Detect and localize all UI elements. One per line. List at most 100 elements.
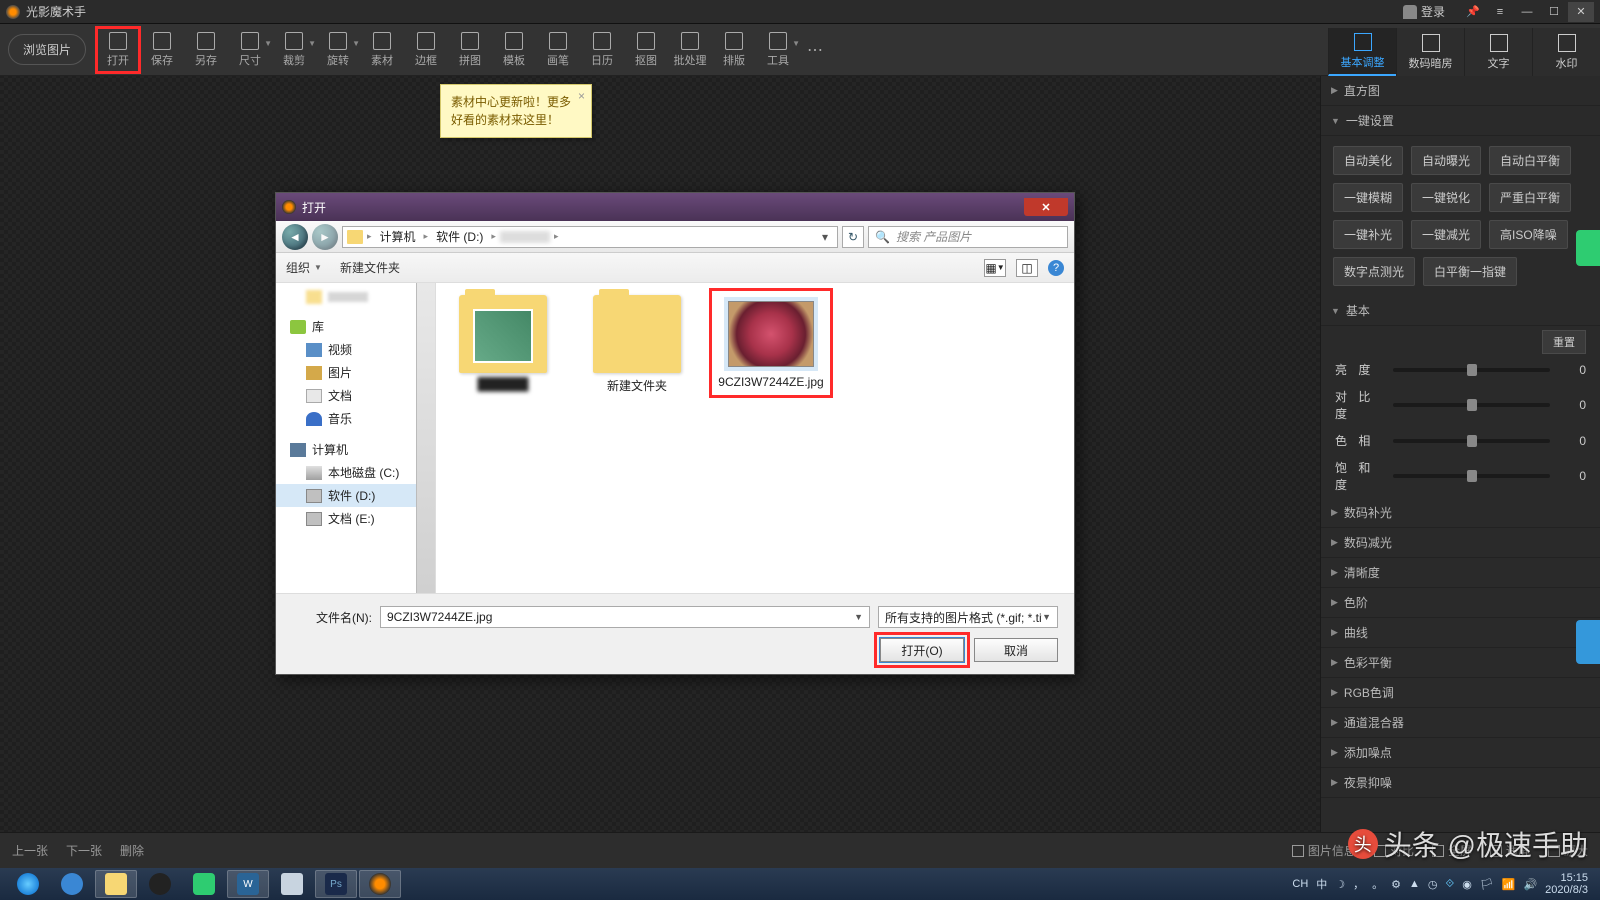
- tool-保存[interactable]: 保存: [140, 27, 184, 73]
- tray-volume-icon[interactable]: 🔊: [1523, 878, 1537, 891]
- taskbar-neoimaging[interactable]: [359, 870, 401, 898]
- tool-日历[interactable]: 日历: [580, 27, 624, 73]
- search-input[interactable]: 🔍 搜索 产品图片: [868, 226, 1068, 248]
- section-色阶[interactable]: ▶色阶: [1321, 588, 1600, 618]
- tool-裁剪[interactable]: 裁剪▼: [272, 27, 316, 73]
- reset-button[interactable]: 重置: [1542, 330, 1586, 354]
- preset-一键补光[interactable]: 一键补光: [1333, 220, 1403, 249]
- tool-素材[interactable]: 素材: [360, 27, 404, 73]
- browse-images-button[interactable]: 浏览图片: [8, 34, 86, 65]
- tray-flag-icon[interactable]: 🏳: [1480, 878, 1494, 891]
- slider-thumb[interactable]: [1467, 435, 1477, 447]
- side-widget-1[interactable]: [1576, 230, 1600, 266]
- slider-thumb[interactable]: [1467, 399, 1477, 411]
- tray-chevron-icon[interactable]: ▲: [1409, 878, 1420, 890]
- preset-数字点测光[interactable]: 数字点测光: [1333, 257, 1415, 286]
- next-image-button[interactable]: 下一张: [66, 842, 102, 859]
- tool-尺寸[interactable]: 尺寸▼: [228, 27, 272, 73]
- right-tab-水印[interactable]: 水印: [1532, 28, 1600, 76]
- close-button[interactable]: ✕: [1568, 2, 1594, 22]
- tool-旋转[interactable]: 旋转▼: [316, 27, 360, 73]
- tree-video[interactable]: 视频: [276, 338, 435, 361]
- preset-一键模糊[interactable]: 一键模糊: [1333, 183, 1403, 212]
- tray-settings-icon[interactable]: ⚙: [1391, 878, 1401, 891]
- tray-lang[interactable]: CH: [1292, 878, 1308, 890]
- section-添加噪点[interactable]: ▶添加噪点: [1321, 738, 1600, 768]
- tool-画笔[interactable]: 画笔: [536, 27, 580, 73]
- right-tab-基本调整[interactable]: 基本调整: [1328, 28, 1396, 76]
- section-basic[interactable]: ▼基本: [1321, 296, 1600, 326]
- filetype-select[interactable]: 所有支持的图片格式 (*.gif; *.tif▼: [878, 606, 1058, 628]
- new-folder-button[interactable]: 新建文件夹: [340, 259, 400, 276]
- slider-track[interactable]: [1393, 474, 1550, 478]
- taskbar-explorer[interactable]: [95, 870, 137, 898]
- tree-docs[interactable]: 文档: [276, 384, 435, 407]
- nav-back-button[interactable]: ◄: [282, 224, 308, 250]
- taskbar-photoshop[interactable]: Ps: [315, 870, 357, 898]
- section-数码补光[interactable]: ▶数码补光: [1321, 498, 1600, 528]
- side-widget-2[interactable]: [1576, 620, 1600, 664]
- minimize-button[interactable]: —: [1514, 2, 1540, 22]
- taskbar-app1[interactable]: [139, 870, 181, 898]
- login-button[interactable]: 登录: [1395, 3, 1453, 20]
- preset-高ISO降噪[interactable]: 高ISO降噪: [1489, 220, 1568, 249]
- filename-input[interactable]: 9CZI3W7244ZE.jpg▼: [380, 606, 870, 628]
- tree-pictures[interactable]: 图片: [276, 361, 435, 384]
- menu-button[interactable]: ≡: [1487, 2, 1513, 22]
- maximize-button[interactable]: ☐: [1541, 2, 1567, 22]
- tree-computer[interactable]: 计算机: [276, 438, 435, 461]
- open-file-button[interactable]: 打开(O): [880, 638, 964, 662]
- tool-排版[interactable]: 排版: [712, 27, 756, 73]
- dialog-close-button[interactable]: ✕: [1024, 198, 1068, 216]
- file-item[interactable]: 9CZI3W7244ZE.jpg: [716, 295, 826, 391]
- tree-item[interactable]: [276, 287, 435, 307]
- tool-另存[interactable]: 另存: [184, 27, 228, 73]
- preset-一键锐化[interactable]: 一键锐化: [1411, 183, 1481, 212]
- preview-pane-button[interactable]: ◫: [1016, 259, 1038, 277]
- section-夜景抑噪[interactable]: ▶夜景抑噪: [1321, 768, 1600, 798]
- section-quickset[interactable]: ▼一键设置: [1321, 106, 1600, 136]
- pin-button[interactable]: 📌: [1460, 2, 1486, 22]
- right-tab-文字[interactable]: 文字: [1464, 28, 1532, 76]
- file-item[interactable]: ██████: [448, 295, 558, 391]
- tree-library[interactable]: 库: [276, 315, 435, 338]
- tool-模板[interactable]: 模板: [492, 27, 536, 73]
- view-mode-button[interactable]: ▦▼: [984, 259, 1006, 277]
- tool-批处理[interactable]: 批处理: [668, 27, 712, 73]
- tool-抠图[interactable]: 抠图: [624, 27, 668, 73]
- preset-严重白平衡[interactable]: 严重白平衡: [1489, 183, 1571, 212]
- help-button[interactable]: ?: [1048, 260, 1064, 276]
- tree-e-drive[interactable]: 文档 (E:): [276, 507, 435, 530]
- image-info-button[interactable]: 图片信息: [1292, 842, 1356, 859]
- tree-music[interactable]: 音乐: [276, 407, 435, 430]
- slider-track[interactable]: [1393, 403, 1550, 407]
- tooltip-close-icon[interactable]: ×: [578, 87, 585, 105]
- section-色彩平衡[interactable]: ▶色彩平衡: [1321, 648, 1600, 678]
- tray-bluetooth-icon[interactable]: ⟐: [1446, 878, 1455, 891]
- right-tab-数码暗房[interactable]: 数码暗房: [1396, 28, 1464, 76]
- slider-thumb[interactable]: [1467, 470, 1477, 482]
- section-通道混合器[interactable]: ▶通道混合器: [1321, 708, 1600, 738]
- taskbar-wechat[interactable]: [183, 870, 225, 898]
- tree-d-drive[interactable]: 软件 (D:): [276, 484, 435, 507]
- taskbar-wps[interactable]: W: [227, 870, 269, 898]
- tray-chrome-icon[interactable]: ◉: [1462, 878, 1472, 891]
- slider-thumb[interactable]: [1467, 364, 1477, 376]
- nav-forward-button[interactable]: ►: [312, 224, 338, 250]
- slider-track[interactable]: [1393, 439, 1550, 443]
- preset-自动美化[interactable]: 自动美化: [1333, 146, 1403, 175]
- section-清晰度[interactable]: ▶清晰度: [1321, 558, 1600, 588]
- section-数码减光[interactable]: ▶数码减光: [1321, 528, 1600, 558]
- more-tools-button[interactable]: ⋯: [800, 27, 830, 73]
- prev-image-button[interactable]: 上一张: [12, 842, 48, 859]
- preset-自动白平衡[interactable]: 自动白平衡: [1489, 146, 1571, 175]
- organize-button[interactable]: 组织▼: [286, 259, 322, 276]
- tray-network-icon[interactable]: 📶: [1502, 878, 1516, 891]
- refresh-button[interactable]: ↻: [842, 226, 864, 248]
- tool-边框[interactable]: 边框: [404, 27, 448, 73]
- preset-自动曝光[interactable]: 自动曝光: [1411, 146, 1481, 175]
- tree-c-drive[interactable]: 本地磁盘 (C:): [276, 461, 435, 484]
- delete-image-button[interactable]: 删除: [120, 842, 144, 859]
- address-dropdown-icon[interactable]: ▾: [817, 230, 833, 244]
- taskbar-notes[interactable]: [271, 870, 313, 898]
